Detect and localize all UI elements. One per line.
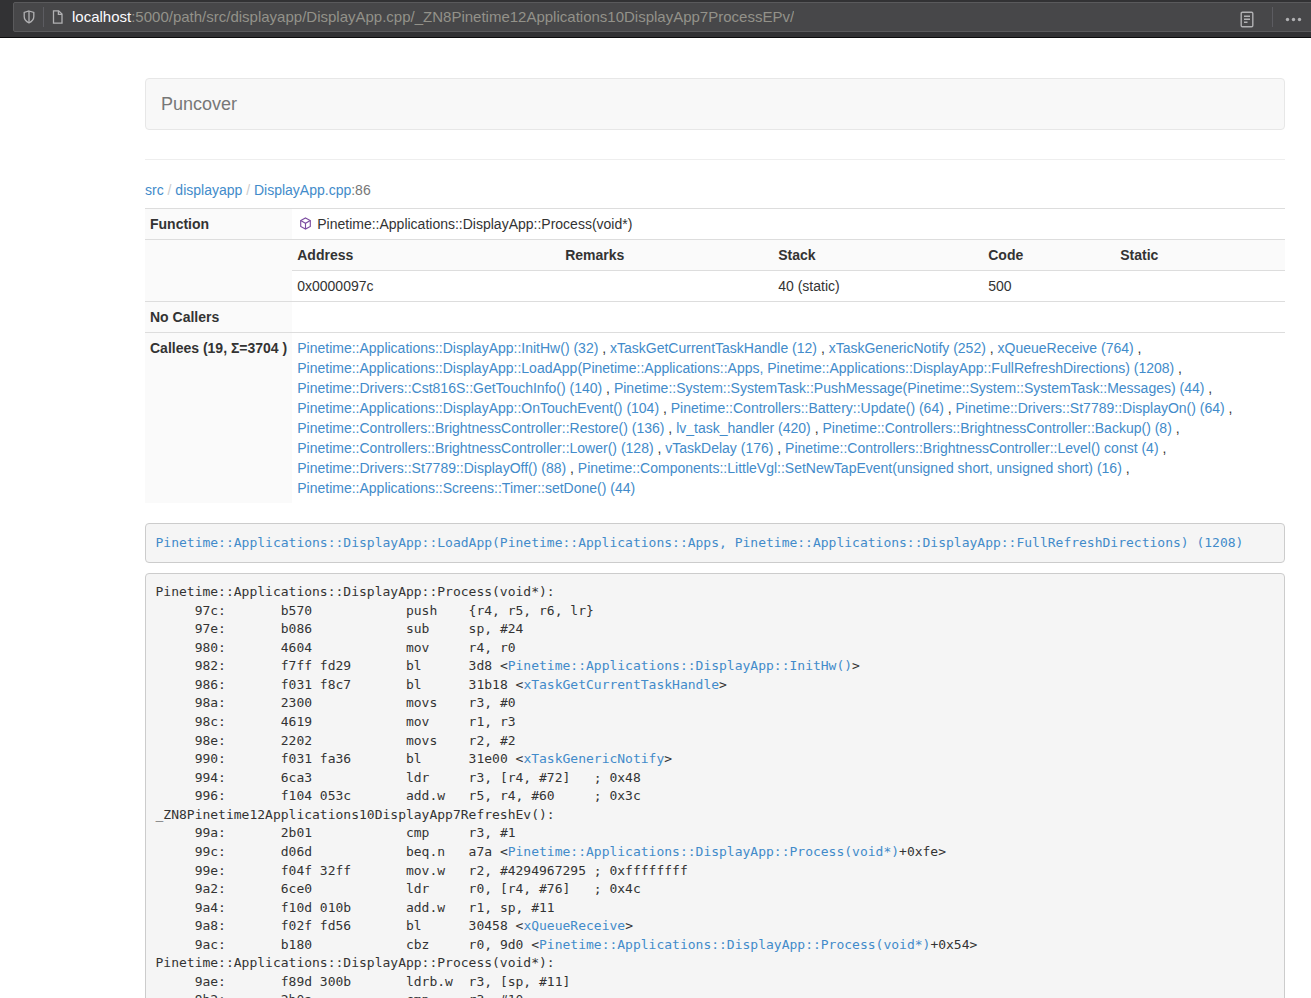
stack-value: 40 (static)	[773, 271, 983, 302]
stats-row: Address Remarks Stack Code Static 0x0000…	[145, 240, 1285, 302]
callee-link[interactable]: Pinetime::Applications::DisplayApp::Load…	[297, 360, 1174, 376]
stats-table: Address Remarks Stack Code Static 0x0000…	[292, 240, 1285, 301]
callee-link[interactable]: Pinetime::Components::LittleVgl::SetNewT…	[578, 460, 1122, 476]
url-separator	[43, 7, 44, 27]
breadcrumb-displayapp[interactable]: displayapp	[175, 182, 242, 198]
brand-title[interactable]: Puncover	[161, 94, 1269, 114]
breadcrumb-separator: /	[168, 182, 172, 198]
callee-link[interactable]: vTaskDelay (176)	[665, 440, 773, 456]
callees-list: Pinetime::Applications::DisplayApp::Init…	[292, 333, 1285, 504]
remarks-value	[560, 271, 773, 302]
url-host: localhost	[72, 8, 131, 25]
callee-link[interactable]: Pinetime::Applications::Screens::Timer::…	[297, 480, 635, 496]
breadcrumb-line-number: :86	[351, 182, 370, 198]
breadcrumb-src[interactable]: src	[145, 182, 164, 198]
function-row: Function Pinetime::Applications::Display…	[145, 209, 1285, 240]
static-value	[1115, 271, 1285, 302]
function-name: Pinetime::Applications::DisplayApp::Proc…	[317, 216, 632, 232]
loadapp-symbol-box: Pinetime::Applications::DisplayApp::Load…	[145, 523, 1285, 563]
address-value: 0x0000097c	[292, 271, 560, 302]
breadcrumb-separator: /	[246, 182, 250, 198]
code-value: 500	[983, 271, 1115, 302]
callee-link[interactable]: xTaskGetCurrentTaskHandle (12)	[610, 340, 817, 356]
page-icon[interactable]	[50, 9, 65, 25]
callee-link[interactable]: Pinetime::Drivers::St7789::DisplayOn() (…	[956, 400, 1225, 416]
callee-link[interactable]: Pinetime::Controllers::BrightnessControl…	[785, 440, 1158, 456]
no-callers-label: No Callers	[145, 302, 292, 333]
callee-link[interactable]: Pinetime::Controllers::Battery::Update()…	[671, 400, 944, 416]
col-static: Static	[1115, 240, 1285, 271]
breadcrumb: src / displayapp / DisplayApp.cpp:86	[145, 180, 1285, 200]
callee-link[interactable]: Pinetime::Drivers::Cst816S::GetTouchInfo…	[297, 380, 602, 396]
menu-button[interactable]	[1278, 5, 1308, 33]
asm-symbol-link[interactable]: xQueueReceive	[523, 918, 625, 933]
no-callers-row: No Callers	[145, 302, 1285, 333]
callee-link[interactable]: xQueueReceive (764)	[998, 340, 1134, 356]
col-address: Address	[292, 240, 560, 271]
shield-icon[interactable]	[21, 9, 37, 25]
brand-panel: Puncover	[145, 78, 1285, 130]
asm-symbol-link[interactable]: xTaskGenericNotify	[523, 751, 664, 766]
callee-link[interactable]: lv_task_handler (420)	[676, 420, 811, 436]
col-remarks: Remarks	[560, 240, 773, 271]
callees-row: Callees (19, Σ=3704 ) Pinetime::Applicat…	[145, 333, 1285, 504]
kebab-menu-icon	[1285, 11, 1302, 28]
breadcrumb-file[interactable]: DisplayApp.cpp	[254, 182, 351, 198]
url-path: :5000/path/src/displayapp/DisplayApp.cpp…	[131, 8, 794, 25]
callee-link[interactable]: xTaskGenericNotify (252)	[829, 340, 986, 356]
callees-label: Callees (19, Σ=3704 )	[145, 333, 292, 504]
symbol-cube-icon	[299, 217, 312, 230]
toolbar-separator	[1272, 7, 1273, 27]
callee-link[interactable]: Pinetime::Applications::DisplayApp::Init…	[297, 340, 598, 356]
browser-toolbar: localhost:5000/path/src/displayapp/Displ…	[0, 0, 1311, 38]
reader-mode-button[interactable]	[1232, 5, 1262, 33]
asm-symbol-link[interactable]: Pinetime::Applications::DisplayApp::Proc…	[539, 937, 930, 952]
divider	[145, 159, 1285, 160]
function-info-table: Function Pinetime::Applications::Display…	[145, 208, 1285, 503]
function-label: Function	[145, 209, 292, 240]
reader-mode-icon	[1239, 11, 1255, 28]
asm-symbol-link[interactable]: xTaskGetCurrentTaskHandle	[523, 677, 719, 692]
url-text[interactable]: localhost:5000/path/src/displayapp/Displ…	[72, 6, 794, 27]
callee-link[interactable]: Pinetime::Applications::DisplayApp::OnTo…	[297, 400, 659, 416]
callee-link[interactable]: Pinetime::Controllers::BrightnessControl…	[297, 420, 664, 436]
col-stack: Stack	[773, 240, 983, 271]
loadapp-symbol-link[interactable]: Pinetime::Applications::DisplayApp::Load…	[156, 535, 1244, 550]
asm-symbol-link[interactable]: Pinetime::Applications::DisplayApp::Proc…	[508, 844, 899, 859]
callee-link[interactable]: Pinetime::System::SystemTask::PushMessag…	[614, 380, 1205, 396]
col-code: Code	[983, 240, 1115, 271]
callee-link[interactable]: Pinetime::Controllers::BrightnessControl…	[297, 440, 653, 456]
callee-link[interactable]: Pinetime::Controllers::BrightnessControl…	[822, 420, 1171, 436]
callee-link[interactable]: Pinetime::Drivers::St7789::DisplayOff() …	[297, 460, 566, 476]
assembly-listing: Pinetime::Applications::DisplayApp::Proc…	[145, 573, 1285, 998]
url-bar[interactable]: localhost:5000/path/src/displayapp/Displ…	[13, 2, 1311, 32]
asm-symbol-link[interactable]: Pinetime::Applications::DisplayApp::Init…	[508, 658, 852, 673]
